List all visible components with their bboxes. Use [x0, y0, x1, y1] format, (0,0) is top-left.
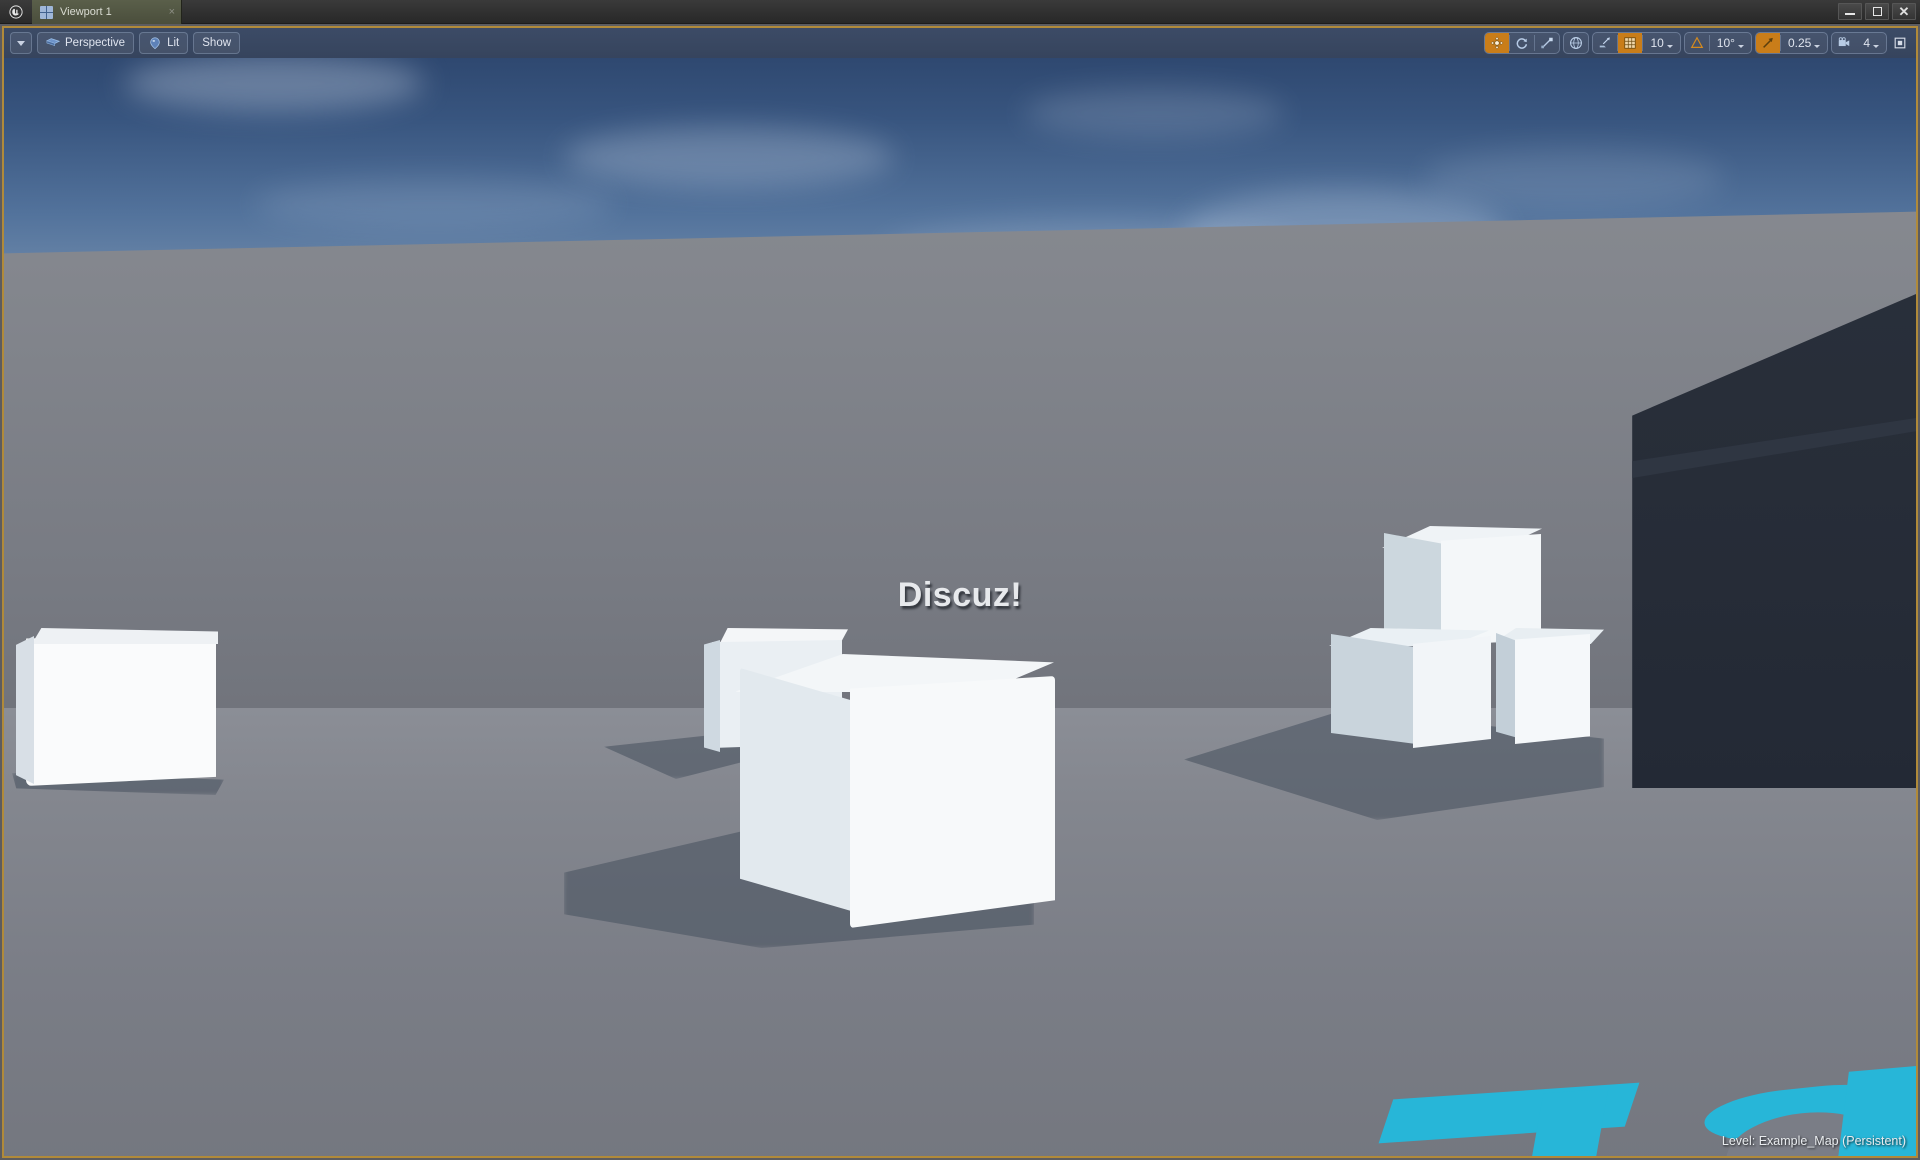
- rotation-size-dropdown[interactable]: 10°: [1710, 33, 1751, 53]
- grid-size-dropdown[interactable]: 10: [1643, 33, 1679, 53]
- viewport-3d-scene[interactable]: Discuz! Level: Example_Map (Persistent): [4, 28, 1916, 1156]
- viewport-frame: Discuz! Level: Example_Map (Persistent) …: [0, 24, 1920, 1160]
- chevron-down-icon: [1666, 45, 1673, 48]
- surface-snap-button[interactable]: [1593, 33, 1617, 53]
- cube-center-left: [740, 668, 858, 913]
- rotate-tool-button[interactable]: [1510, 33, 1534, 53]
- restore-icon: [1872, 7, 1882, 16]
- window-controls: ✕: [1835, 0, 1920, 23]
- viewport-toolbar: Perspective Lit Show 10 10° 0.25 4: [4, 28, 1916, 58]
- scale-tool-icon: [1541, 37, 1554, 49]
- scene-center-text: Discuz!: [897, 576, 1023, 614]
- chevron-down-icon: [1873, 45, 1879, 48]
- lit-sphere-icon: [150, 37, 160, 50]
- transform-tools-group: [1484, 32, 1561, 54]
- camera-speed-dropdown[interactable]: 4: [1856, 33, 1886, 53]
- viewport-toolbar-left: Perspective Lit Show: [10, 32, 241, 54]
- cube-group-br-front: [1515, 634, 1590, 744]
- snap-settings-group: 10: [1592, 32, 1681, 54]
- level-status-label: Level: Example_Map (Persistent): [1721, 1134, 1906, 1148]
- world-axes-icon: [1570, 37, 1583, 49]
- cube-left-side: [16, 636, 34, 784]
- view-mode-label: Lit: [167, 37, 180, 49]
- close-icon[interactable]: ×: [169, 6, 175, 18]
- maximize-viewport-button[interactable]: [1890, 33, 1910, 53]
- move-tool-icon: [1490, 36, 1504, 50]
- coordinate-system-button[interactable]: [1564, 33, 1588, 53]
- tab-label: Viewport 1: [60, 6, 112, 18]
- cube-group-br-left: [1496, 633, 1518, 738]
- viewport-toolbar-right: 10 10° 0.25 4: [1484, 32, 1910, 54]
- unreal-editor-window: Viewport 1 × ✕ Discuz! Level: Example_Ma…: [0, 0, 1920, 1160]
- coordinate-system-group: [1563, 32, 1590, 54]
- grid-icon: [1624, 37, 1637, 49]
- scale-snap-toggle[interactable]: [1755, 33, 1780, 53]
- camera-mode-label: Perspective: [65, 37, 126, 49]
- title-bar-drag-region[interactable]: [182, 0, 1835, 23]
- cube-group-bl-left: [1331, 634, 1416, 744]
- camera-icon: [46, 38, 60, 46]
- cube-left-front: [26, 634, 216, 786]
- rotation-size-value: 10°: [1716, 36, 1735, 50]
- scale-tool-button[interactable]: [1535, 33, 1559, 53]
- restore-button[interactable]: [1865, 3, 1889, 20]
- cube-center-front: [850, 676, 1055, 928]
- view-mode-button[interactable]: Lit: [139, 32, 189, 54]
- title-bar: Viewport 1 × ✕: [0, 0, 1920, 24]
- rotate-tool-icon: [1517, 38, 1528, 49]
- close-button[interactable]: ✕: [1892, 3, 1916, 20]
- scale-size-dropdown[interactable]: 0.25: [1781, 33, 1827, 53]
- cube-back-side: [704, 640, 720, 752]
- viewport-grid-icon: [40, 5, 53, 19]
- move-tool-button[interactable]: [1485, 33, 1510, 53]
- surface-snap-icon: [1600, 37, 1611, 48]
- rotation-snap-group: 10°: [1683, 32, 1752, 54]
- scale-size-value: 0.25: [1787, 36, 1812, 50]
- camera-mode-button[interactable]: Perspective: [37, 32, 135, 54]
- rotation-snap-toggle[interactable]: [1685, 33, 1709, 53]
- camera-speed-group: 4: [1831, 32, 1887, 54]
- scale-arrow-icon: [1763, 37, 1773, 48]
- cube-group-bl-front: [1413, 636, 1491, 748]
- grid-snap-toggle[interactable]: [1618, 33, 1643, 53]
- viewport-active-border: Discuz! Level: Example_Map (Persistent) …: [2, 26, 1918, 1158]
- camera-speed-icon: [1839, 37, 1850, 47]
- minimize-icon: [1845, 13, 1855, 15]
- maximize-viewport-icon: [1894, 37, 1906, 49]
- angle-icon: [1690, 36, 1704, 48]
- minimize-button[interactable]: [1838, 3, 1862, 20]
- chevron-down-icon: [1737, 45, 1744, 48]
- show-flags-label: Show: [202, 37, 232, 49]
- camera-speed-value: 4: [1863, 36, 1870, 50]
- scale-snap-group: 0.25: [1754, 32, 1829, 54]
- show-flags-button[interactable]: Show: [193, 32, 241, 54]
- chevron-down-icon: [1814, 45, 1821, 48]
- close-icon: ✕: [1898, 4, 1910, 19]
- camera-speed-icon-cell[interactable]: [1832, 33, 1856, 53]
- tab-viewport-1[interactable]: Viewport 1 ×: [32, 0, 182, 24]
- chevron-down-icon: [17, 40, 25, 46]
- viewport-options-dropdown[interactable]: [10, 32, 32, 54]
- unreal-engine-logo-icon: [0, 0, 32, 23]
- grid-size-value: 10: [1650, 36, 1664, 50]
